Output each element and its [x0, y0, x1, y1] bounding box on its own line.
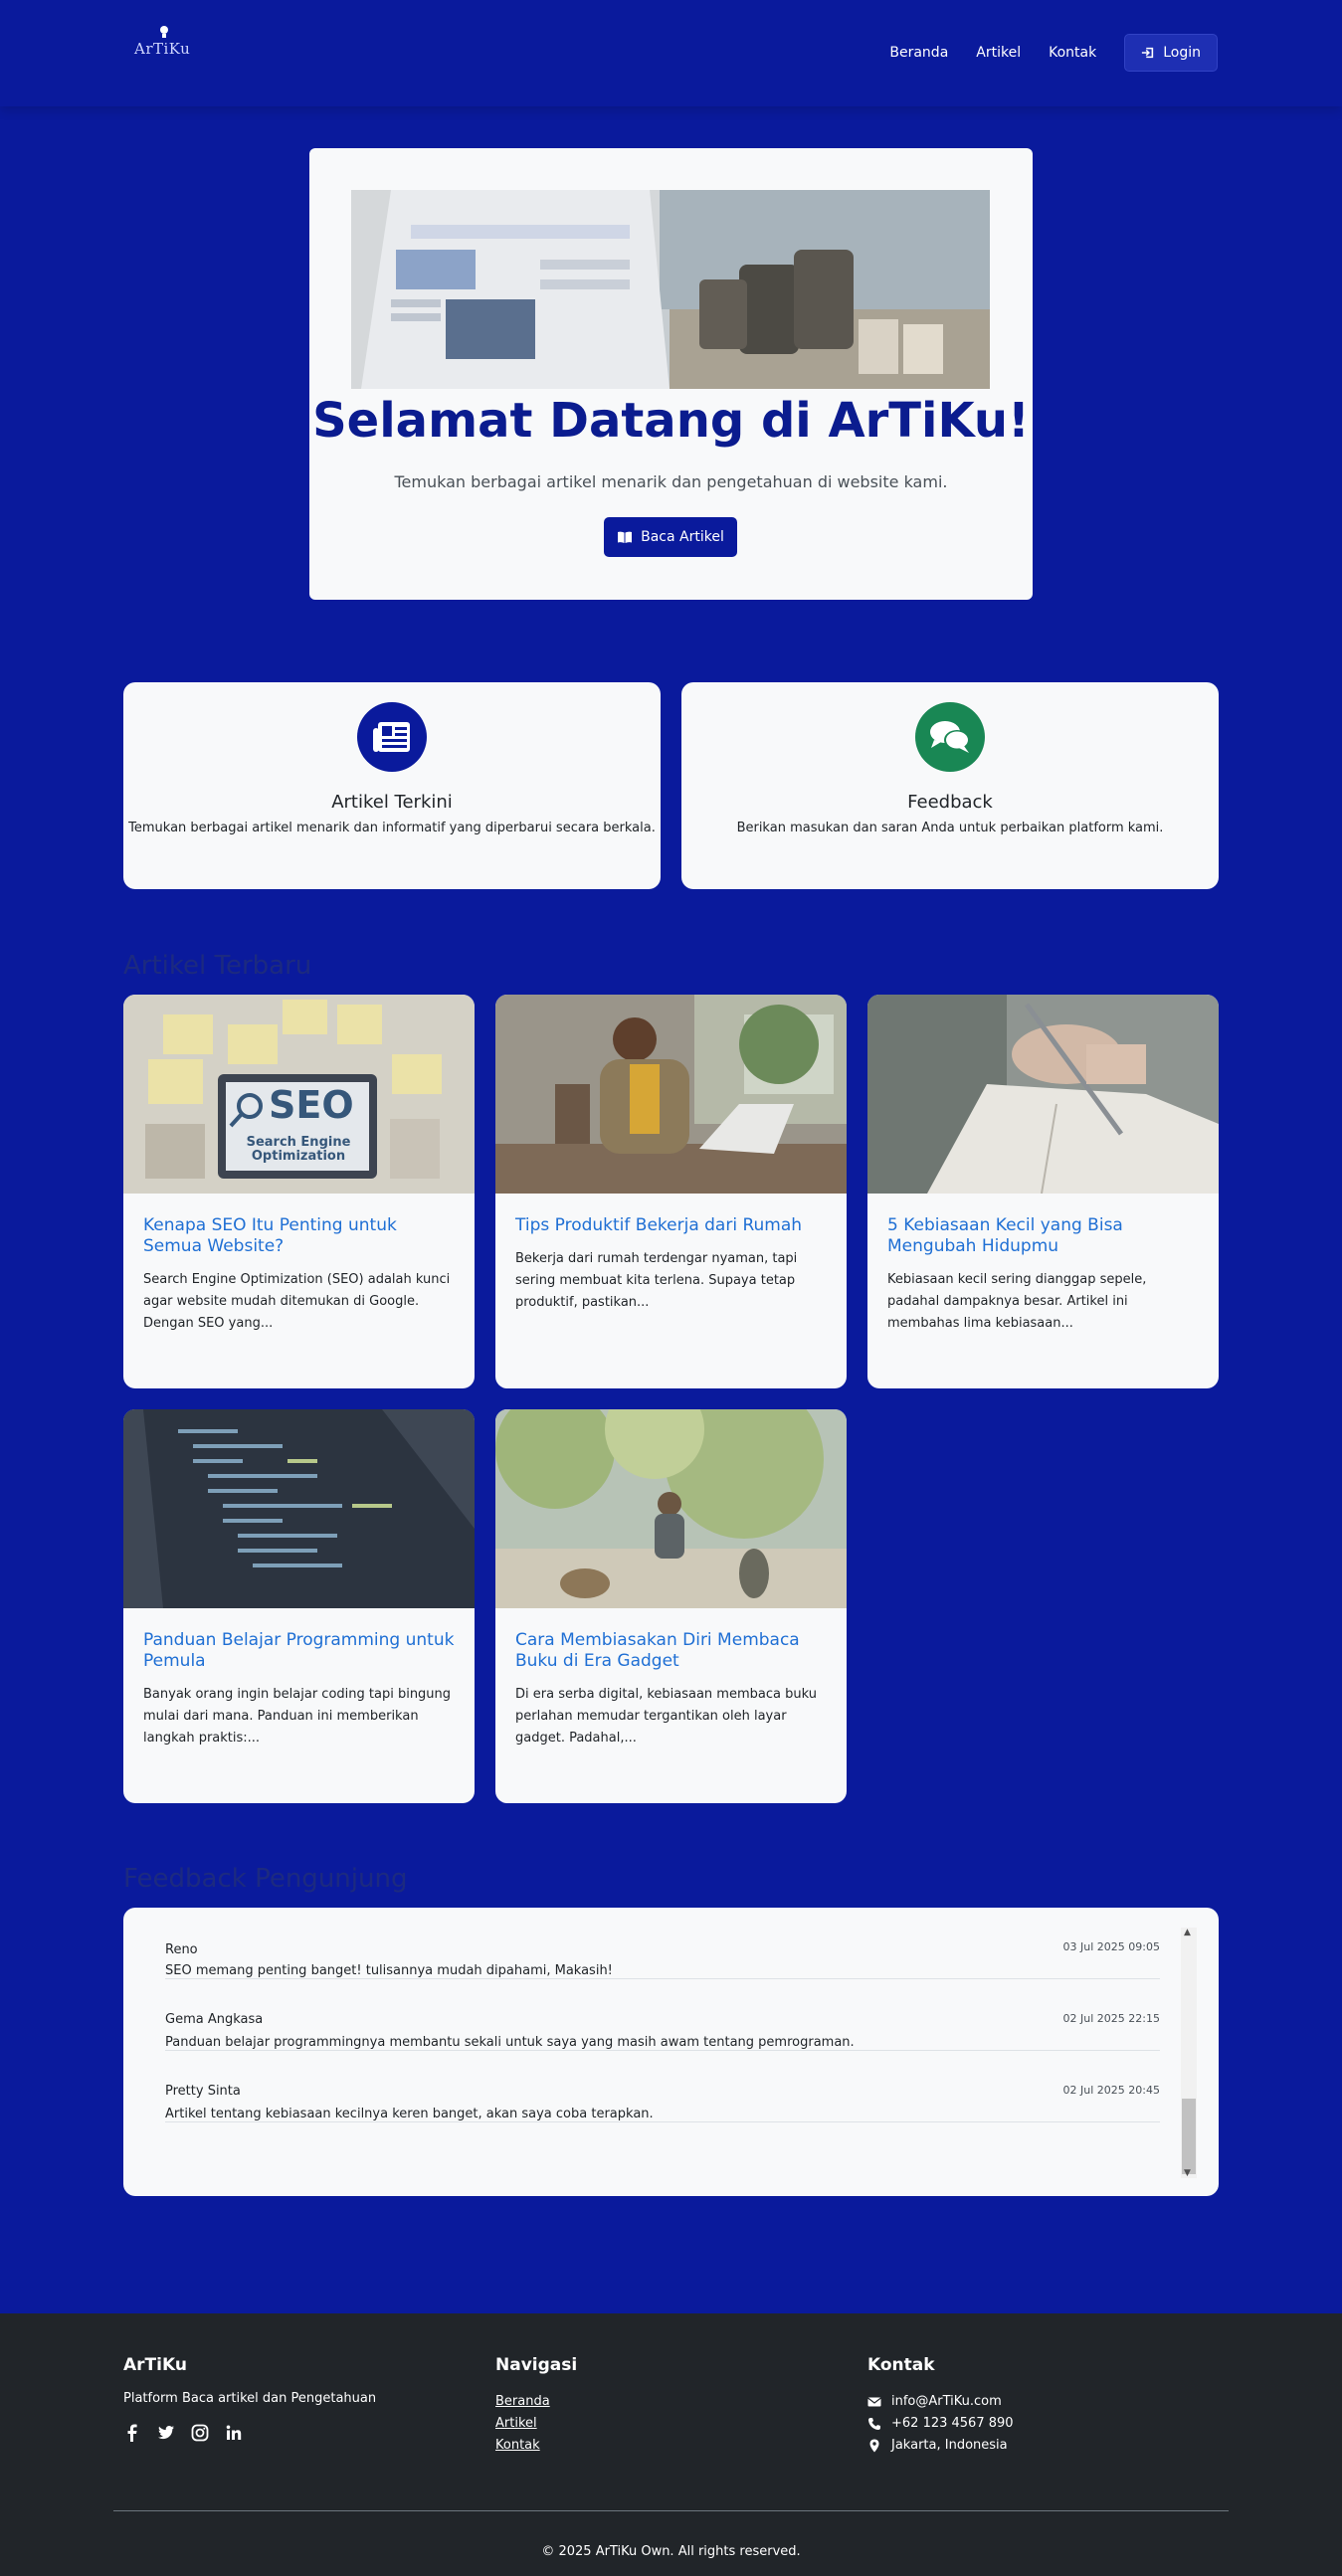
article-title[interactable]: Cara Membiasakan Diri Membaca Buku di Er…: [515, 1630, 827, 1672]
article-excerpt: Banyak orang ingin belajar coding tapi b…: [143, 1687, 452, 1746]
hero-subtitle: Temukan berbagai artikel menarik dan pen…: [394, 472, 948, 491]
article-title[interactable]: Kenapa SEO Itu Penting untuk Semua Websi…: [143, 1215, 455, 1257]
seo-image-subtext: Search Engine Optimization: [246, 1135, 351, 1164]
read-articles-button[interactable]: Baca Artikel: [604, 517, 737, 557]
hero-title: Selamat Datang di ArTiKu!: [312, 393, 1030, 449]
map-marker-icon: [869, 2439, 879, 2453]
hero-card: Selamat Datang di ArTiKu! Temukan berbag…: [309, 148, 1033, 600]
article-title[interactable]: 5 Kebiasaan Kecil yang Bisa Mengubah Hid…: [887, 1215, 1199, 1257]
feature-title: Feedback: [907, 792, 993, 813]
footer-address: Jakarta, Indonesia: [891, 2438, 1008, 2453]
feedback-name: Reno: [165, 1942, 198, 1957]
instagram-icon[interactable]: [191, 2424, 209, 2442]
feedback-date: 02 Jul 2025 22:15: [1062, 2012, 1160, 2025]
feedback-text: Panduan belajar programmingnya membantu …: [165, 2035, 855, 2050]
article-title[interactable]: Tips Produktif Bekerja dari Rumah: [515, 1215, 827, 1236]
article-card[interactable]: SEO Search Engine Optimization Kenapa SE…: [123, 995, 475, 1388]
feedback-date: 02 Jul 2025 20:45: [1062, 2084, 1160, 2097]
article-image: [123, 1409, 475, 1608]
feedback-section-title: Feedback Pengunjung: [123, 1864, 408, 1894]
article-image: [495, 1409, 847, 1608]
feature-card-articles: Artikel Terkini Temukan berbagai artikel…: [123, 682, 661, 889]
feedback-item: Pretty Sinta 02 Jul 2025 20:45 Artikel t…: [165, 2051, 1160, 2122]
footer-phone: +62 123 4567 890: [891, 2416, 1014, 2431]
feedback-text: SEO memang penting banget! tulisannya mu…: [165, 1963, 613, 1978]
article-image: SEO Search Engine Optimization: [123, 995, 475, 1194]
linkedin-icon[interactable]: [225, 2424, 243, 2442]
newspaper-icon: [357, 702, 427, 772]
login-button[interactable]: Login: [1124, 34, 1218, 72]
nav-link-artikel[interactable]: Artikel: [976, 45, 1021, 61]
article-card[interactable]: Panduan Belajar Programming untuk Pemula…: [123, 1409, 475, 1803]
feature-card-feedback: Feedback Berikan masukan dan saran Anda …: [681, 682, 1219, 889]
footer-link-artikel[interactable]: Artikel: [495, 2413, 577, 2435]
scroll-down-arrow-icon[interactable]: ▼: [1184, 2168, 1191, 2178]
feature-title: Artikel Terkini: [331, 792, 453, 813]
scrollbar-thumb[interactable]: [1182, 2099, 1196, 2174]
articles-section-title: Artikel Terbaru: [123, 951, 312, 981]
article-card[interactable]: 5 Kebiasaan Kecil yang Bisa Mengubah Hid…: [867, 995, 1219, 1388]
feature-description: Temukan berbagai artikel menarik dan inf…: [128, 821, 656, 835]
article-excerpt: Kebiasaan kecil sering dianggap sepele, …: [887, 1272, 1147, 1331]
article-excerpt: Search Engine Optimization (SEO) adalah …: [143, 1272, 451, 1331]
article-image: [495, 995, 847, 1194]
site-logo[interactable]: ArTiKu: [134, 26, 194, 66]
article-card[interactable]: Tips Produktif Bekerja dari Rumah Bekerj…: [495, 995, 847, 1388]
book-open-icon: [618, 531, 633, 543]
envelope-icon: [867, 2397, 881, 2407]
feedback-name: Gema Angkasa: [165, 2012, 264, 2027]
copyright-text: © 2025 ArTiKu Own. All rights reserved.: [541, 2544, 801, 2559]
seo-image-text: SEO: [269, 1083, 354, 1127]
feedback-panel: Reno 03 Jul 2025 09:05 SEO memang pentin…: [123, 1908, 1219, 2196]
feedback-text: Artikel tentang kebiasaan kecilnya keren…: [165, 2107, 654, 2121]
footer-email: info@ArTiKu.com: [891, 2394, 1002, 2409]
phone-icon: [868, 2418, 880, 2430]
feedback-item: Gema Angkasa 02 Jul 2025 22:15 Panduan b…: [165, 1979, 1160, 2051]
nav-link-kontak[interactable]: Kontak: [1049, 45, 1096, 61]
feedback-date: 03 Jul 2025 09:05: [1062, 1940, 1160, 1953]
footer-link-beranda[interactable]: Beranda: [495, 2391, 577, 2413]
feedback-scrollbar[interactable]: ▲ ▼: [1181, 1928, 1197, 2178]
article-title[interactable]: Panduan Belajar Programming untuk Pemula: [143, 1630, 455, 1672]
scroll-up-arrow-icon[interactable]: ▲: [1184, 1928, 1191, 1937]
article-image: [867, 995, 1219, 1194]
footer-navigation: Navigasi Beranda Artikel Kontak: [495, 2355, 577, 2457]
feature-description: Berikan masukan dan saran Anda untuk per…: [736, 821, 1164, 835]
footer-contact: Kontak info@ArTiKu.com +62 123 4567 890 …: [867, 2355, 1014, 2457]
article-excerpt: Di era serba digital, kebiasaan membaca …: [515, 1687, 817, 1746]
twitter-icon[interactable]: [157, 2424, 175, 2442]
footer-brand: ArTiKu Platform Baca artikel dan Pengeta…: [123, 2355, 376, 2442]
hero-image: [351, 190, 990, 389]
lightbulb-icon: [160, 26, 168, 38]
footer-brand-title: ArTiKu: [123, 2355, 187, 2375]
article-card[interactable]: Cara Membiasakan Diri Membaca Buku di Er…: [495, 1409, 847, 1803]
footer: ArTiKu Platform Baca artikel dan Pengeta…: [0, 2313, 1342, 2576]
footer-divider: [113, 2510, 1229, 2511]
footer-nav-title: Navigasi: [495, 2355, 578, 2375]
footer-contact-title: Kontak: [867, 2355, 935, 2375]
article-excerpt: Bekerja dari rumah terdengar nyaman, tap…: [515, 1251, 798, 1310]
comments-icon: [915, 702, 985, 772]
feedback-name: Pretty Sinta: [165, 2084, 241, 2099]
feedback-list: Reno 03 Jul 2025 09:05 SEO memang pentin…: [165, 1908, 1160, 2122]
footer-link-kontak[interactable]: Kontak: [495, 2435, 577, 2457]
navbar: ArTiKu Beranda Artikel Kontak Login: [0, 0, 1342, 106]
sign-in-icon: [1142, 47, 1154, 59]
footer-brand-description: Platform Baca artikel dan Pengetahuan: [123, 2391, 377, 2406]
nav-link-beranda[interactable]: Beranda: [889, 45, 948, 61]
feedback-item: Reno 03 Jul 2025 09:05 SEO memang pentin…: [165, 1908, 1160, 1979]
facebook-icon[interactable]: [123, 2424, 141, 2442]
